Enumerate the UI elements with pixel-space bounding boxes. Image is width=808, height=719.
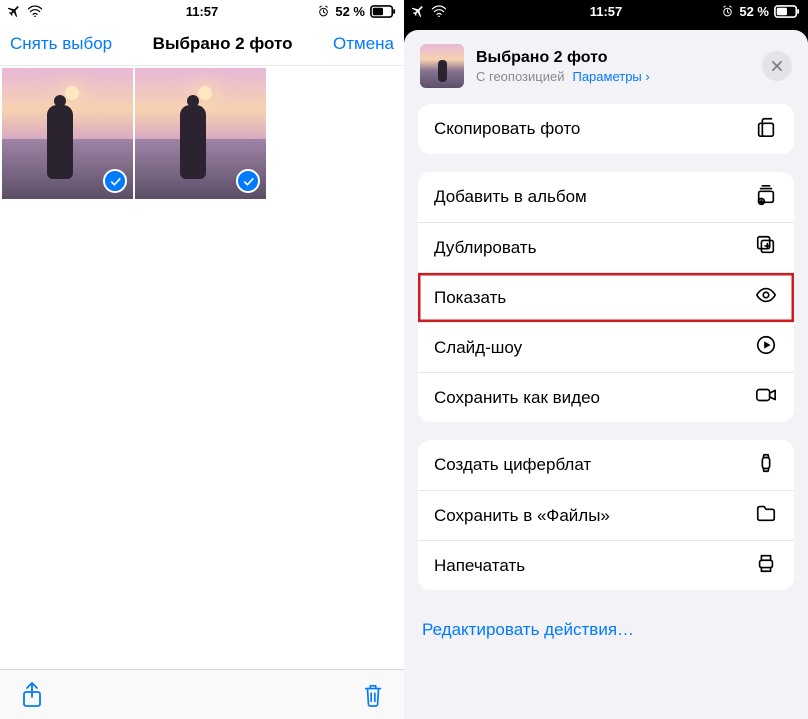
sheet-subtitle: С геопозицией (476, 69, 564, 84)
bottom-toolbar (0, 669, 404, 719)
action-label: Слайд-шоу (434, 338, 522, 358)
play-circle-icon (754, 334, 778, 361)
share-sheet-screen: 11:57 52 % Выбрано 2 фото С геопозицией … (404, 0, 808, 719)
header-thumbnail (420, 44, 464, 88)
action-label: Сохранить в «Файлы» (434, 506, 610, 526)
sheet-header: Выбрано 2 фото С геопозицией Параметры › (404, 30, 808, 104)
photo-thumbnail[interactable] (2, 68, 133, 199)
share-button[interactable] (20, 681, 44, 709)
share-sheet: Выбрано 2 фото С геопозицией Параметры ›… (404, 30, 808, 719)
page-title: Выбрано 2 фото (153, 34, 293, 54)
photo-grid[interactable] (0, 66, 404, 669)
alarm-icon (317, 5, 330, 18)
action-label: Напечатать (434, 556, 525, 576)
sheet-options-link[interactable]: Параметры › (572, 69, 649, 84)
wifi-icon (27, 5, 43, 17)
copy-icon (754, 116, 778, 143)
action-album-add[interactable]: Добавить в альбом (418, 172, 794, 222)
alarm-icon (721, 5, 734, 18)
action-group: Добавить в альбом Дублировать Показать Слай… (418, 172, 794, 422)
deselect-button[interactable]: Снять выбор (10, 34, 112, 54)
action-group: Создать циферблат Сохранить в «Файлы» Напе… (418, 440, 794, 590)
edit-actions-link[interactable]: Редактировать действия… (404, 608, 808, 660)
folder-icon (754, 502, 778, 529)
photos-selection-screen: 11:57 52 % Снять выбор Выбрано 2 фото От… (0, 0, 404, 719)
action-label: Скопировать фото (434, 119, 580, 139)
sheet-title: Выбрано 2 фото (476, 49, 750, 67)
action-eye[interactable]: Показать (418, 272, 794, 322)
airplane-icon (8, 4, 22, 18)
album-add-icon (754, 184, 778, 211)
status-bar: 11:57 52 % (404, 0, 808, 22)
video-icon (754, 384, 778, 411)
photo-thumbnail[interactable] (135, 68, 266, 199)
action-watch[interactable]: Создать циферблат (418, 440, 794, 490)
watch-icon (754, 452, 778, 479)
battery-icon (774, 5, 800, 18)
action-folder[interactable]: Сохранить в «Файлы» (418, 490, 794, 540)
battery-percent: 52 % (739, 4, 769, 19)
status-bar: 11:57 52 % (0, 0, 404, 22)
trash-button[interactable] (362, 682, 384, 708)
action-label: Показать (434, 288, 506, 308)
duplicate-icon (754, 234, 778, 261)
action-label: Добавить в альбом (434, 187, 587, 207)
close-button[interactable] (762, 51, 792, 81)
navbar: Снять выбор Выбрано 2 фото Отмена (0, 22, 404, 66)
action-label: Дублировать (434, 238, 536, 258)
battery-percent: 52 % (335, 4, 365, 19)
cancel-button[interactable]: Отмена (333, 34, 394, 54)
wifi-icon (431, 5, 447, 17)
action-label: Создать циферблат (434, 455, 591, 475)
selected-check-icon (236, 169, 260, 193)
action-video[interactable]: Сохранить как видео (418, 372, 794, 422)
eye-icon (754, 284, 778, 311)
battery-icon (370, 5, 396, 18)
print-icon (754, 552, 778, 579)
action-group: Скопировать фото (418, 104, 794, 154)
action-label: Сохранить как видео (434, 388, 600, 408)
action-duplicate[interactable]: Дублировать (418, 222, 794, 272)
airplane-icon (412, 4, 426, 18)
action-copy[interactable]: Скопировать фото (418, 104, 794, 154)
selected-check-icon (103, 169, 127, 193)
action-play-circle[interactable]: Слайд-шоу (418, 322, 794, 372)
action-print[interactable]: Напечатать (418, 540, 794, 590)
